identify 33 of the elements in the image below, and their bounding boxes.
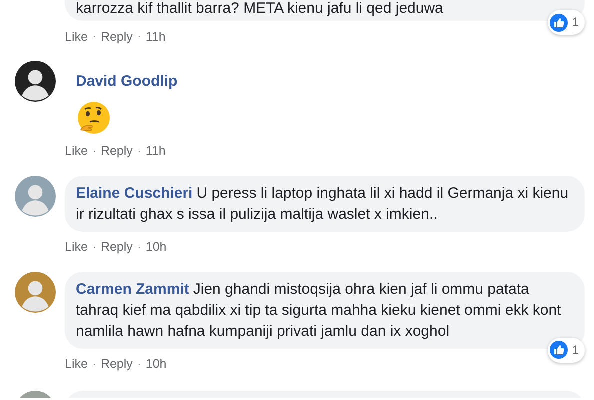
author-name[interactable]: Elaine Cuschieri bbox=[76, 184, 193, 202]
thumbs-up-icon bbox=[550, 14, 568, 32]
reaction-count: 1 bbox=[572, 342, 579, 358]
separator-dot: · bbox=[138, 144, 141, 158]
like-link[interactable]: Like bbox=[65, 355, 88, 374]
timestamp[interactable]: 11h bbox=[146, 142, 166, 161]
comment-text: karrozza kif thallit barra? META kienu jafu li qed jeduwa bbox=[76, 0, 444, 19]
reaction-badge[interactable]: 1 bbox=[548, 338, 585, 362]
author-name[interactable]: Carmen Zammit bbox=[76, 280, 190, 298]
separator-dot: · bbox=[138, 240, 141, 254]
reply-link[interactable]: Reply bbox=[100, 28, 133, 46]
author-name[interactable]: David Goodlip bbox=[76, 71, 178, 94]
like-link[interactable]: Like bbox=[65, 142, 88, 161]
thinking-face-icon bbox=[76, 100, 112, 136]
reaction-count: 1 bbox=[572, 14, 579, 31]
comment-text: Elaine Cuschieri U peress li laptop inghata lil xi hadd il Germanja xi kienu ir rizultati ghax s issa il pulizija maltija waslet x imkien.. bbox=[76, 184, 570, 224]
timestamp[interactable]: 10h bbox=[146, 238, 167, 257]
separator-dot: · bbox=[92, 240, 96, 254]
separator-dot: · bbox=[138, 358, 141, 371]
timestamp[interactable]: 10h bbox=[146, 355, 167, 374]
separator-dot: · bbox=[92, 30, 96, 44]
reply-link[interactable]: Reply bbox=[100, 142, 133, 161]
separator-dot: · bbox=[92, 144, 96, 158]
reply-link[interactable]: Reply bbox=[100, 355, 133, 374]
avatar-icon[interactable] bbox=[15, 61, 56, 102]
like-link[interactable]: Like bbox=[65, 28, 88, 46]
separator-dot: · bbox=[138, 30, 141, 44]
reply-link[interactable]: Reply bbox=[100, 238, 133, 257]
like-link[interactable]: Like bbox=[65, 238, 88, 257]
thumbs-up-icon bbox=[550, 341, 568, 359]
separator-dot: · bbox=[92, 358, 96, 371]
reaction-badge[interactable]: 1 bbox=[548, 10, 585, 35]
timestamp[interactable]: 11h bbox=[146, 28, 166, 46]
